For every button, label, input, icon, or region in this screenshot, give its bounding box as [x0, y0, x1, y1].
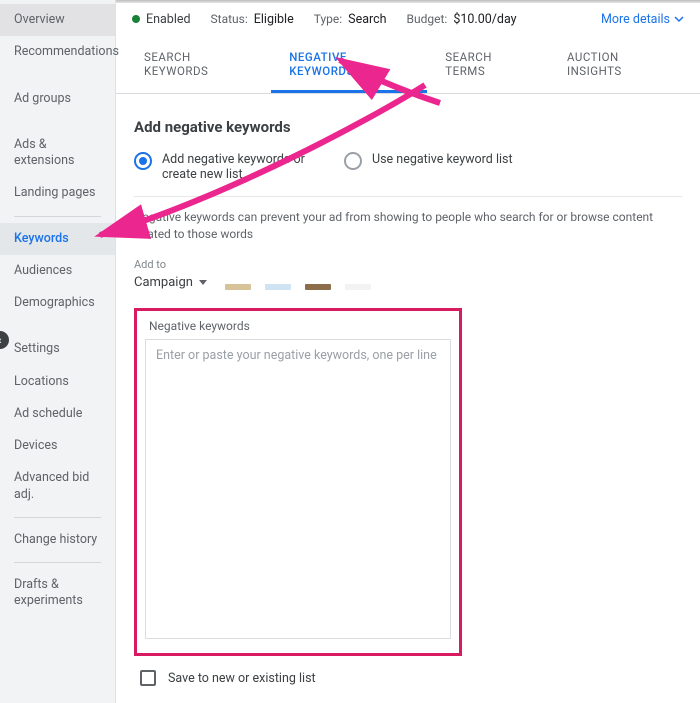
budget-value: $10.00/day	[453, 12, 516, 27]
helper-text: Negative keywords can prevent your ad fr…	[134, 209, 682, 243]
sidebar-item-recommendations[interactable]: Recommendations	[0, 36, 115, 68]
swatch-icon	[225, 284, 251, 290]
tab-negative-keywords[interactable]: NEGATIVE KEYWORDS	[271, 36, 427, 93]
sidebar-item-locations[interactable]: Locations	[0, 366, 115, 398]
radio-unchecked-icon	[344, 152, 362, 170]
chevron-down-icon	[674, 14, 684, 24]
type-value: Search	[348, 12, 386, 27]
status-enabled-label: Enabled	[146, 12, 191, 27]
divider	[134, 196, 682, 197]
caret-down-icon	[199, 280, 207, 285]
sidebar-item-ad-groups[interactable]: Ad groups	[0, 83, 115, 115]
sidebar-item-settings[interactable]: Settings	[0, 333, 115, 365]
save-to-list-label: Save to new or existing list	[168, 671, 316, 686]
sidebar-item-change-history[interactable]: Change history	[0, 524, 115, 556]
campaign-swatches	[225, 284, 371, 290]
negative-keywords-mode: Add negative keywords or create new list…	[134, 152, 682, 182]
sidebar-item-landing-pages[interactable]: Landing pages	[0, 177, 115, 209]
radio-add-label: Add negative keywords or create new list	[162, 152, 314, 182]
negative-keywords-textarea[interactable]	[145, 339, 451, 639]
status-label: Status:	[211, 12, 248, 26]
radio-add-keywords[interactable]: Add negative keywords or create new list	[134, 152, 314, 182]
sidebar-item-audiences[interactable]: Audiences	[0, 255, 115, 287]
addto-value: Campaign	[134, 275, 193, 290]
budget-label: Budget:	[407, 12, 448, 26]
swatch-icon	[265, 284, 291, 290]
sidebar-item-drafts-experiments[interactable]: Drafts & experiments	[0, 569, 115, 618]
radio-use-list[interactable]: Use negative keyword list	[344, 152, 513, 170]
save-to-list-checkbox[interactable]	[140, 670, 156, 686]
sidebar-item-advanced-bid-adj[interactable]: Advanced bid adj.	[0, 462, 115, 511]
section-title: Add negative keywords	[134, 118, 682, 136]
status-enabled[interactable]: Enabled	[132, 12, 191, 27]
swatch-icon	[345, 284, 371, 290]
negative-keywords-card: Negative keywords	[134, 308, 462, 656]
sidebar-item-devices[interactable]: Devices	[0, 430, 115, 462]
more-details-toggle[interactable]: More details	[601, 12, 684, 27]
tab-search-terms[interactable]: SEARCH TERMS	[427, 36, 549, 93]
swatch-icon	[305, 284, 331, 290]
sidebar-item-ad-schedule[interactable]: Ad schedule	[0, 398, 115, 430]
negative-keywords-title: Negative keywords	[149, 319, 451, 333]
status-value: Eligible	[254, 12, 294, 27]
addto-select[interactable]: Campaign	[134, 275, 207, 290]
sidebar-item-ads-extensions[interactable]: Ads & extensions	[0, 129, 115, 178]
sidebar-divider	[14, 562, 101, 563]
sidebar-divider	[14, 216, 101, 217]
type-label: Type:	[314, 12, 342, 26]
sidebar-divider	[14, 517, 101, 518]
tab-search-keywords[interactable]: SEARCH KEYWORDS	[126, 36, 271, 93]
keyword-tabs: SEARCH KEYWORDS NEGATIVE KEYWORDS SEARCH…	[116, 36, 700, 94]
dot-enabled-icon	[132, 15, 140, 23]
main-content: Enabled Status: Eligible Type: Search Bu…	[116, 0, 700, 703]
tab-auction-insights[interactable]: AUCTION INSIGHTS	[549, 36, 690, 93]
left-sidebar: Overview Recommendations Ad groups Ads &…	[0, 0, 116, 703]
chevron-left-icon: ‹	[0, 334, 2, 347]
more-details-label: More details	[601, 12, 670, 27]
addto-label: Add to	[134, 258, 207, 271]
sidebar-item-keywords[interactable]: Keywords	[0, 223, 115, 255]
radio-use-label: Use negative keyword list	[372, 152, 513, 167]
sidebar-item-overview[interactable]: Overview	[0, 4, 115, 36]
radio-checked-icon	[134, 152, 152, 170]
campaign-status-bar: Enabled Status: Eligible Type: Search Bu…	[116, 3, 700, 36]
sidebar-item-demographics[interactable]: Demographics	[0, 287, 115, 319]
